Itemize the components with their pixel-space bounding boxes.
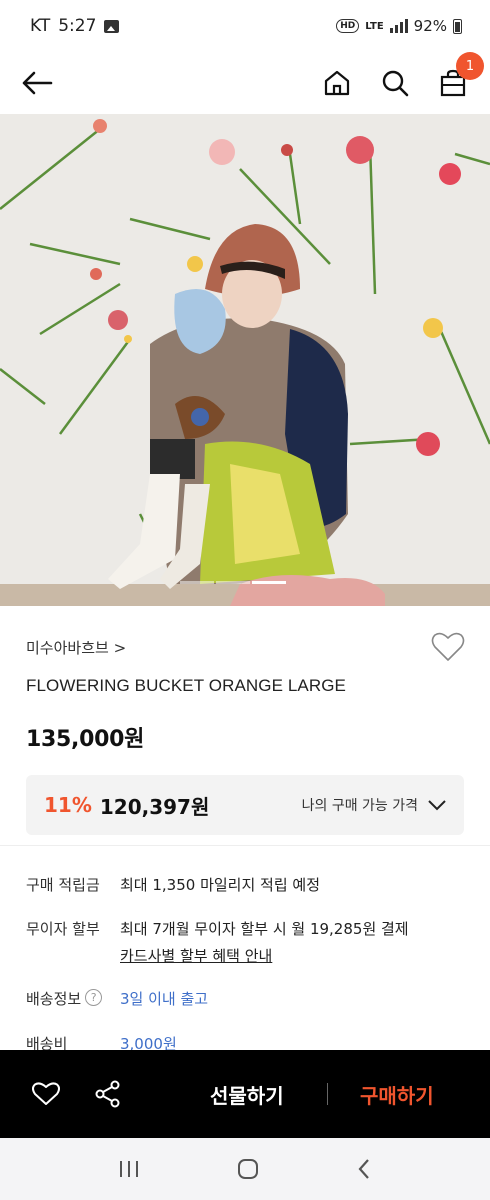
clock: 5:27 [58, 16, 97, 36]
back-arrow-icon [22, 71, 53, 95]
installment-label: 무이자 할부 [26, 920, 100, 938]
cart-button[interactable]: 1 [436, 52, 484, 100]
gallery-notification-icon [104, 19, 120, 33]
home-button[interactable] [320, 66, 354, 100]
share-icon [95, 1080, 120, 1108]
product-name: FLOWERING BUCKET ORANGE LARGE [26, 676, 346, 695]
my-price-label: 나의 구매 가능 가격 [301, 798, 418, 814]
search-button[interactable] [378, 66, 412, 100]
search-icon [382, 70, 409, 97]
share-button[interactable] [88, 1074, 128, 1114]
chevron-down-icon [428, 800, 446, 811]
heart-outline-icon [32, 1082, 60, 1105]
home-circle-icon[interactable] [237, 1159, 259, 1179]
carousel-dot [180, 581, 214, 584]
battery-percent: 92% [413, 17, 447, 35]
my-price-panel[interactable]: 11% 120,397원 나의 구매 가능 가격 [26, 775, 464, 835]
cart-count-badge: 1 [456, 52, 484, 80]
points-value: 최대 1,350 마일리지 적립 예정 [120, 876, 321, 894]
my-price: 120,397원 [99, 794, 210, 819]
system-navigation-bar [0, 1138, 490, 1200]
status-bar: KT 5:27 HD LTE 92% [0, 0, 490, 52]
hd-voice-icon: HD [336, 19, 360, 33]
top-navigation: 1 [0, 52, 490, 114]
carousel-indicator [180, 581, 286, 584]
button-separator [327, 1083, 328, 1105]
buy-button[interactable]: 구매하기 [360, 1080, 434, 1109]
home-icon [324, 70, 350, 96]
wishlist-button[interactable] [431, 630, 465, 664]
help-icon[interactable]: ? [85, 989, 103, 1006]
product-info: 미수아바흐브 > FLOWERING BUCKET ORANGE LARGE 1… [0, 606, 490, 835]
product-image-carousel[interactable] [0, 114, 490, 606]
battery-icon [453, 18, 462, 34]
shipping-info-value: 3일 이내 출고 [120, 990, 209, 1008]
carrier-label: KT [30, 16, 51, 36]
bottom-wishlist-button[interactable] [26, 1074, 66, 1114]
card-installment-benefits-link[interactable]: 카드사별 할부 혜택 안내 [120, 945, 409, 966]
product-price: 135,000원 [26, 727, 145, 752]
purchase-details: 구매 적립금 최대 1,350 마일리지 적립 예정 무이자 할부 최대 7개월… [26, 874, 466, 1054]
recent-apps-icon[interactable] [118, 1160, 140, 1178]
product-photo [0, 114, 490, 606]
brand-link[interactable]: 미수아바흐브 > [26, 637, 126, 658]
discount-rate: 11% [44, 793, 92, 817]
points-label: 구매 적립금 [26, 876, 100, 894]
lte-icon: LTE [365, 20, 384, 32]
installment-value: 최대 7개월 무이자 할부 시 월 19,285원 결제 [120, 920, 409, 938]
heart-outline-icon [431, 632, 465, 661]
section-divider [0, 845, 490, 846]
system-back-icon[interactable] [356, 1158, 372, 1180]
bottom-action-bar: 선물하기 구매하기 [0, 1050, 490, 1138]
signal-icon [389, 19, 408, 33]
carousel-dot [216, 581, 250, 584]
back-button[interactable] [20, 66, 54, 100]
shipping-info-label: 배송정보 [26, 990, 82, 1008]
carousel-dot-active [252, 581, 286, 584]
gift-button[interactable]: 선물하기 [210, 1080, 284, 1109]
